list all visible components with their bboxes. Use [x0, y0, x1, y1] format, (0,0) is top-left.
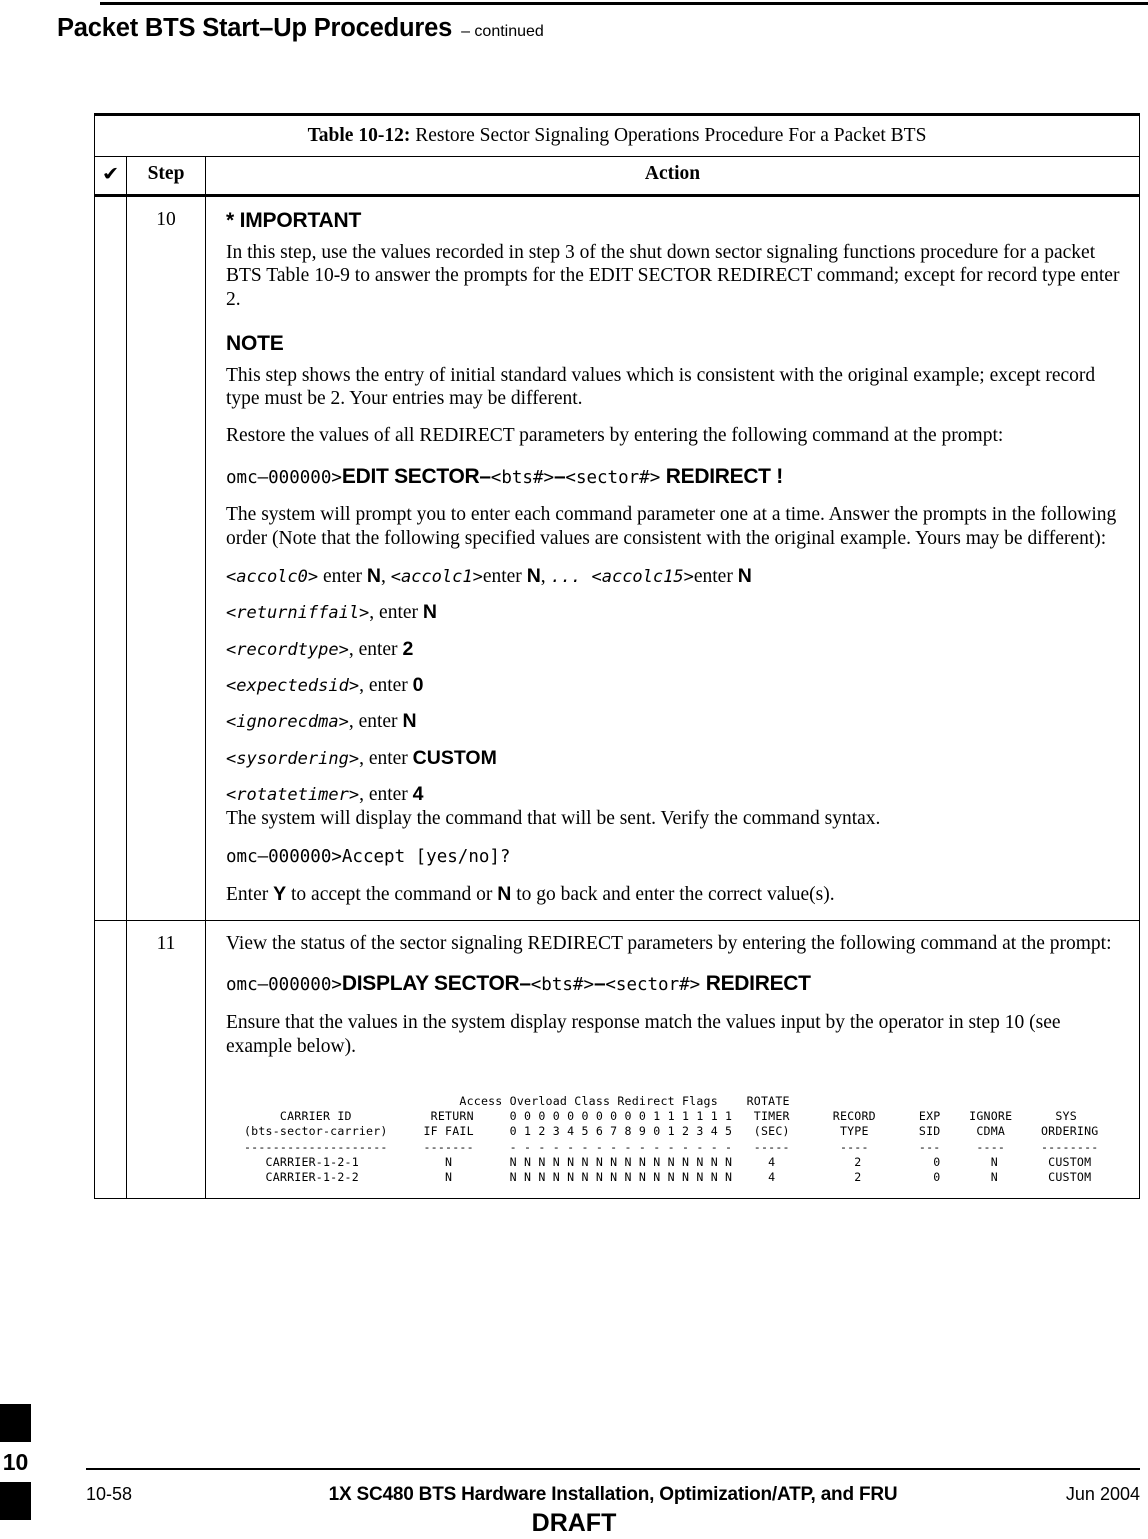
row-action-cell: * IMPORTANT In this step, use the values… [206, 197, 1139, 920]
command-tail: REDIRECT [700, 972, 811, 996]
page-footer: 10-58 1X SC480 BTS Hardware Installation… [86, 1484, 1140, 1506]
parameter-line: <expectedsid>, enter 0 [226, 674, 1125, 697]
running-head-title: Packet BTS Start–Up Procedures [57, 14, 453, 42]
checkmark-icon: ✔ [100, 162, 121, 185]
footer-date: Jun 2004 [1065, 1484, 1140, 1504]
parameter-value: N [526, 564, 541, 587]
accept-yes-value: Y [273, 882, 287, 905]
chapter-tab-marker-upper [0, 1404, 31, 1442]
parameter-value: 4 [412, 783, 424, 806]
parameter-line: <accolc0> enter N, <accolc1>enter N, ...… [226, 565, 1125, 588]
parameter-name: <accolc1> [390, 566, 483, 587]
step-intro-text: View the status of the sector signaling … [226, 932, 1112, 954]
footer-document-title: 1X SC480 BTS Hardware Installation, Opti… [328, 1484, 898, 1505]
column-header-step: Step [127, 157, 206, 194]
parameter-text: , enter [369, 602, 423, 624]
command-dash: – [593, 972, 606, 996]
column-header-check: ✔ [95, 157, 127, 194]
parameter-value: 0 [412, 674, 424, 697]
row-check-cell[interactable] [95, 920, 127, 1198]
parameter-name: <returniffail> [226, 603, 370, 624]
parameter-line: <ignorecdma>, enter N [226, 710, 1125, 733]
parameter-value: N [422, 601, 437, 624]
important-text: In this step, use the values recorded in… [226, 241, 1120, 311]
parameter-text: , [540, 565, 551, 587]
parameter-name: <sysordering> [226, 748, 360, 769]
table-row: 11 View the status of the sector signali… [94, 920, 1140, 1199]
note-heading: NOTE [226, 331, 284, 355]
row-action-cell: View the status of the sector signaling … [206, 921, 1139, 1198]
parameter-line: <recordtype>, enter 2 [226, 638, 1125, 661]
important-heading: * IMPORTANT [226, 209, 362, 232]
parameter-name: <ignorecdma> [226, 712, 349, 733]
table-caption-text: Restore Sector Signaling Operations Proc… [410, 125, 927, 146]
parameter-text: , enter [359, 784, 413, 806]
header-rule [100, 2, 1148, 5]
parameter-line: <returniffail>, enter N [226, 601, 1125, 624]
footer-page-number: 10-58 [86, 1484, 133, 1504]
accept-prefix: Enter [226, 883, 274, 905]
parameter-value: CUSTOM [412, 746, 497, 769]
chapter-tab-number: 10 [2, 1449, 29, 1475]
parameter-value: N [402, 710, 417, 733]
accept-mid: to accept the command or [286, 883, 498, 905]
display-sector-command: omc–000000>DISPLAY SECTOR–<bts#>–<sector… [226, 972, 1125, 995]
parameter-text: , enter [348, 638, 403, 660]
parameter-text: , enter [348, 711, 403, 733]
accept-suffix: to go back and enter the correct value(s… [511, 883, 835, 905]
parameter-value: N [366, 564, 381, 587]
draft-watermark: DRAFT [531, 1509, 617, 1537]
parameter-text: , [380, 565, 391, 587]
table-caption-label: Table 10-12: [307, 125, 411, 146]
parameter-name: <accolc15> [591, 566, 694, 587]
row-check-cell[interactable] [95, 197, 127, 920]
parameter-name: <expectedsid> [226, 676, 360, 697]
footer-rule [86, 1468, 1140, 1470]
row-step-number: 10 [127, 197, 206, 920]
parameter-line: <rotatetimer>, enter 4 [226, 783, 1125, 806]
accept-no-value: N [497, 882, 512, 905]
parameter-name: <accolc0> [226, 566, 319, 587]
edit-sector-command: omc–000000>EDIT SECTOR–<bts#>–<sector#> … [226, 465, 1125, 488]
table-header-row: ✔ Step Action [94, 157, 1140, 197]
parameter-name: <recordtype> [226, 639, 349, 660]
command-verb: DISPLAY SECTOR– [341, 972, 531, 996]
parameter-text: , enter [359, 675, 413, 697]
ensure-text: Ensure that the values in the system dis… [226, 1011, 1061, 1057]
command-arg-bts: <bts#> [530, 975, 594, 996]
parameter-text: enter [318, 565, 367, 587]
column-header-action: Action [644, 163, 701, 184]
command-dash: – [554, 464, 566, 488]
table-caption: Table 10-12: Restore Sector Signaling Op… [94, 113, 1140, 157]
command-tail: REDIRECT ! [660, 464, 783, 488]
prompt-explanation: The system will prompt you to enter each… [226, 504, 1117, 550]
parameter-text: enter [693, 565, 738, 587]
row-step-number: 11 [127, 920, 206, 1198]
parameter-text: , enter [359, 747, 413, 769]
command-verb: EDIT SECTOR– [341, 464, 491, 488]
accept-instruction: Enter Y to accept the command or N to go… [226, 883, 1125, 907]
command-arg-bts: <bts#> [490, 467, 555, 488]
parameter-name: <rotatetimer> [226, 785, 360, 806]
command-prompt: omc–000000> [226, 975, 342, 996]
running-head-continued: – continued [461, 23, 544, 40]
table-row: 10 * IMPORTANT In this step, use the val… [94, 197, 1140, 921]
system-display-listing: Access Overload Class Redirect Flags ROT… [244, 1094, 1099, 1184]
verify-text: The system will display the command that… [226, 807, 881, 829]
parameter-value: 2 [402, 637, 414, 660]
parameter-name: ... [550, 566, 592, 587]
command-arg-sector: <sector#> [565, 467, 661, 488]
parameter-line: <sysordering>, enter CUSTOM [226, 747, 1125, 770]
parameter-value: N [737, 564, 752, 587]
procedure-table: Table 10-12: Restore Sector Signaling Op… [94, 113, 1140, 1199]
running-head: Packet BTS Start–Up Procedures – continue… [57, 14, 1057, 43]
step-intro-text: Restore the values of all REDIRECT param… [226, 425, 1004, 447]
note-text: This step shows the entry of initial sta… [226, 364, 1096, 410]
parameter-text: enter [482, 565, 527, 587]
parameter-list: <accolc0> enter N, <accolc1>enter N, ...… [226, 565, 1125, 807]
command-arg-sector: <sector#> [605, 975, 701, 996]
accept-prompt-line: omc–000000>Accept [yes/no]? [226, 847, 511, 868]
command-prompt: omc–000000> [226, 467, 342, 488]
